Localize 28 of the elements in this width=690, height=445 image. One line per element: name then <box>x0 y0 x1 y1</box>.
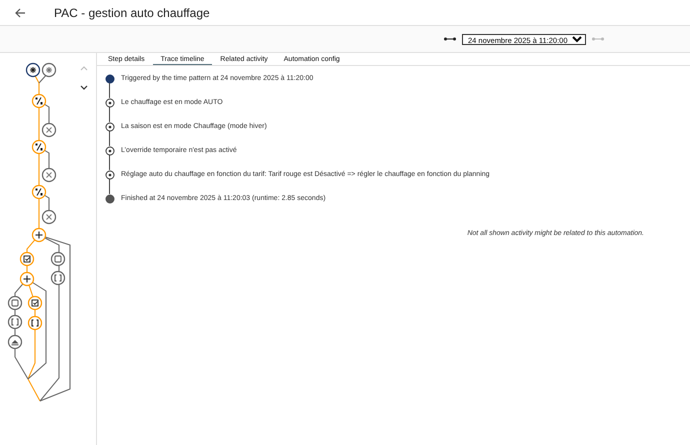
stop-node[interactable] <box>50 252 66 266</box>
chevron-down-icon[interactable] <box>80 85 88 91</box>
condition-icon <box>105 170 115 180</box>
trigger-dot-icon <box>105 74 115 84</box>
page-title: PAC - gestion auto chauffage <box>54 6 210 20</box>
event-node[interactable] <box>8 334 22 350</box>
trigger-node[interactable] <box>26 62 40 78</box>
check-node[interactable] <box>20 252 34 266</box>
variable-node[interactable] <box>28 316 42 330</box>
choose-node[interactable] <box>20 272 34 286</box>
variable-node[interactable] <box>50 270 66 286</box>
back-arrow-icon[interactable] <box>14 6 26 18</box>
finished-dot-icon <box>105 194 115 204</box>
condition-node[interactable] <box>32 94 46 108</box>
condition-icon <box>105 146 115 156</box>
condition-node[interactable] <box>32 184 46 200</box>
skipped-node[interactable] <box>42 210 56 224</box>
condition-icon <box>105 98 115 108</box>
skipped-node[interactable] <box>42 168 56 182</box>
condition-node[interactable] <box>32 140 46 154</box>
check-node[interactable] <box>28 296 42 310</box>
skipped-node[interactable] <box>42 122 56 138</box>
condition-icon <box>105 122 115 132</box>
choose-node[interactable] <box>32 228 46 242</box>
variable-node[interactable] <box>8 314 22 330</box>
previous-trace-icon[interactable] <box>444 36 456 42</box>
trigger-node[interactable] <box>42 62 56 78</box>
stop-node[interactable] <box>8 296 22 310</box>
